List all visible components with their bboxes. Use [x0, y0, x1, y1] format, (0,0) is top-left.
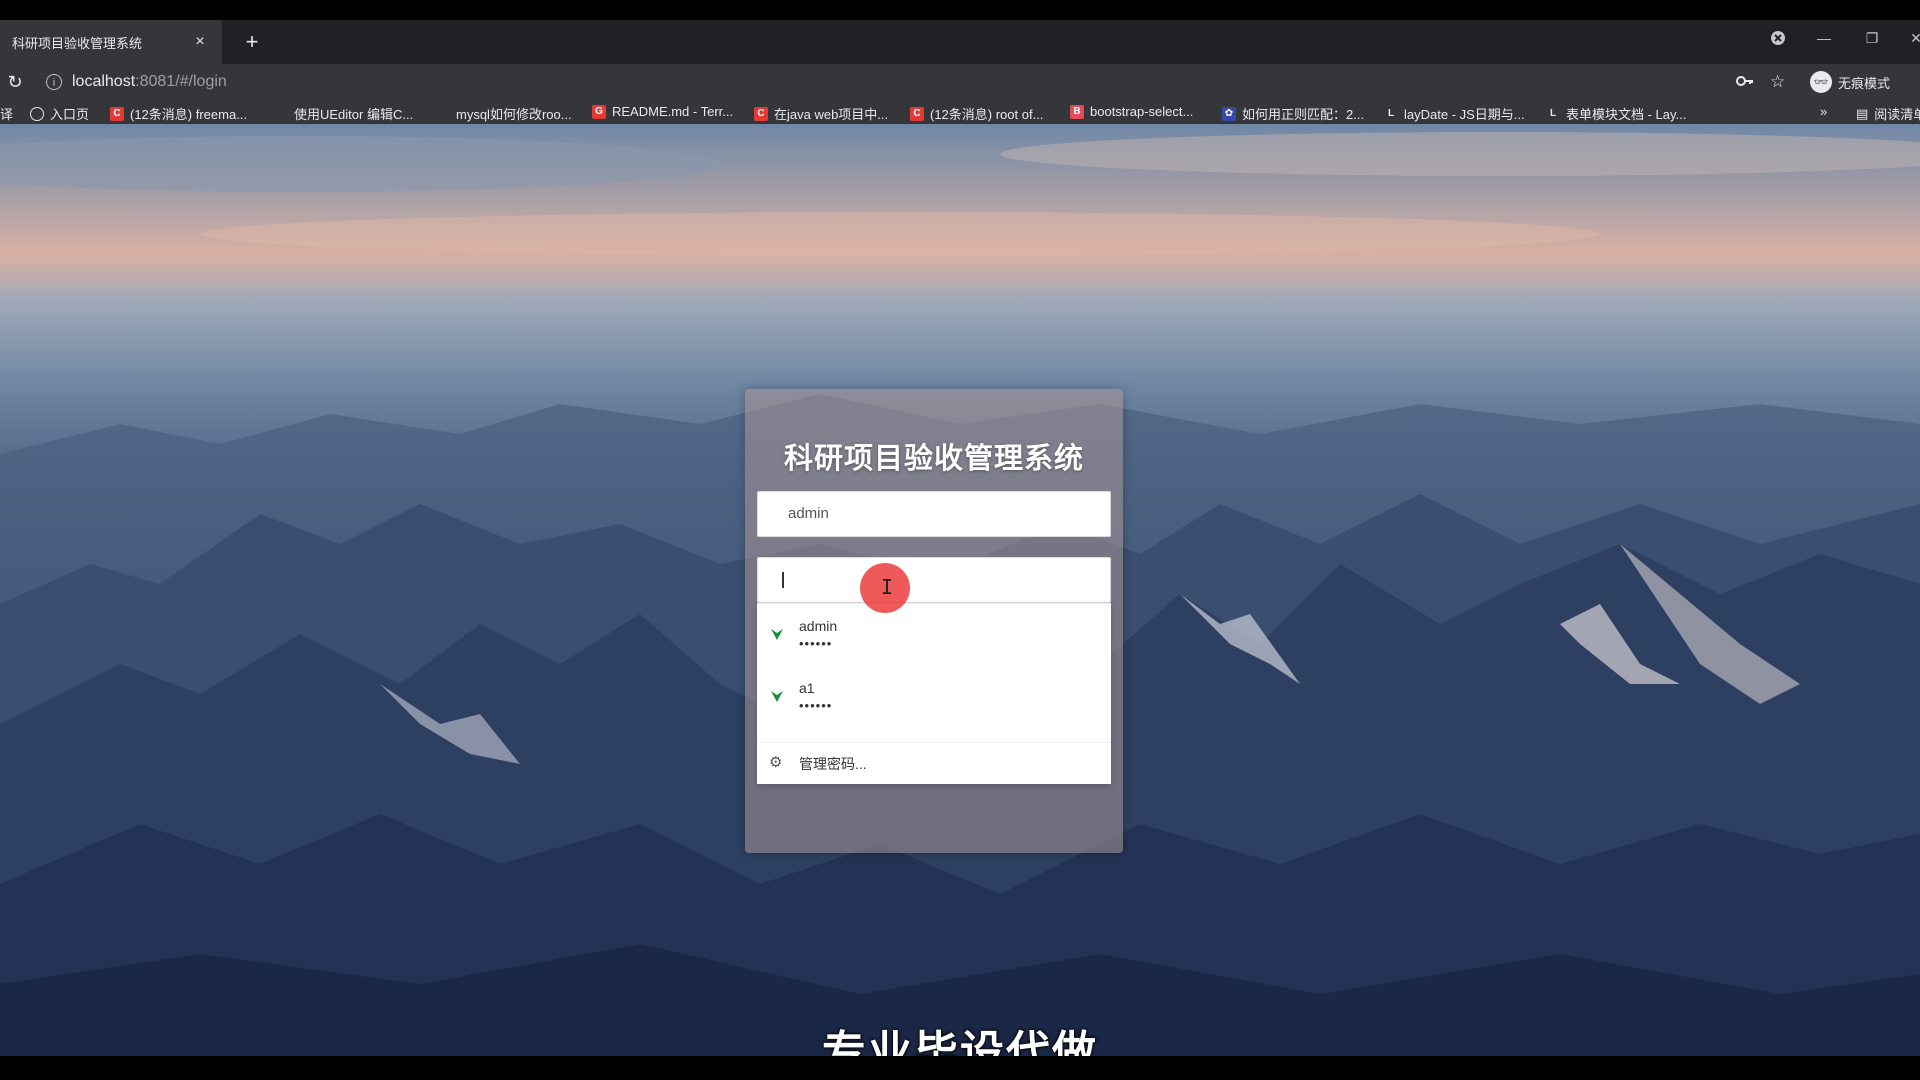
bookmark-label: 在java web项目中...: [774, 107, 889, 122]
close-window-button[interactable]: ✕: [1904, 30, 1920, 47]
bookmark-item[interactable]: 使用UEditor 编辑C...: [294, 104, 413, 123]
bookmark-item[interactable]: L 表单模块文档 - Lay...: [1546, 104, 1686, 123]
browser-tab-active[interactable]: 科研项目验收管理系统 ×: [0, 20, 222, 64]
bookmark-label: (12条消息) root of...: [930, 107, 1044, 122]
url-path: :8081/#/login: [135, 73, 227, 90]
bookmark-label: 入口页: [50, 107, 90, 122]
gitee-icon: G: [592, 104, 606, 119]
bookmark-item[interactable]: ✿ 如何用正则匹配：2...: [1222, 104, 1364, 123]
layui-icon: L: [1387, 107, 1395, 119]
suggestion-password: ••••••: [799, 698, 833, 713]
globe-icon: [30, 106, 44, 121]
reading-list-icon: ▤: [1856, 105, 1869, 121]
bookmark-star-icon[interactable]: ☆: [1770, 72, 1785, 92]
new-tab-button[interactable]: +: [238, 28, 266, 56]
autofill-suggestion[interactable]: admin ••••••: [757, 604, 1111, 664]
bookmark-item[interactable]: mysql如何修改roo...: [456, 104, 572, 123]
csdn-icon: C: [754, 106, 768, 121]
reading-list-button[interactable]: ▤ 阅读清单: [1856, 104, 1920, 123]
incognito-icon: 👓: [1810, 71, 1832, 93]
bookmark-label: (12条消息) freema...: [130, 107, 248, 122]
bookmark-label: mysql如何修改roo...: [456, 107, 572, 122]
key-icon: [771, 691, 783, 702]
bookmark-item[interactable]: LlayDate - JS日期与...: [1384, 104, 1525, 123]
bookmark-label: 使用UEditor 编辑C...: [294, 107, 414, 122]
suggestion-username: admin: [799, 618, 838, 634]
chevron-double-right-icon: »: [1820, 104, 1828, 119]
reload-icon[interactable]: ↻: [4, 72, 26, 93]
incognito-indicator[interactable]: 👓 无痕模式: [1810, 71, 1890, 93]
restore-button[interactable]: ❐: [1860, 30, 1884, 47]
bookmark-label: layDate - JS日期与...: [1404, 107, 1525, 122]
csdn-icon: C: [110, 106, 124, 121]
text-cursor: [782, 572, 784, 589]
url-field[interactable]: localhost:8081/#/login: [72, 73, 227, 91]
tab-strip: 科研项目验收管理系统 × + — ❐ ✕: [0, 20, 1920, 64]
bookmarks-overflow-button[interactable]: »: [1820, 104, 1827, 119]
bookmarks-bar: 译 入口页 C (12条消息) freema... 使用UEditor 编辑C..…: [0, 102, 1920, 124]
key-icon: [771, 629, 783, 640]
login-page-background: 科研项目验收管理系统 admin admin •••••• a1 •••••• …: [0, 124, 1920, 1056]
url-host: localhost: [72, 73, 136, 90]
manage-passwords-item[interactable]: ⚙ 管理密码...: [757, 742, 1111, 783]
screen-top-border: [0, 0, 1920, 20]
ibeam-cursor-icon: I: [881, 575, 894, 599]
bookmark-item[interactable]: C (12条消息) root of...: [910, 104, 1043, 123]
address-bar: ↻ i localhost:8081/#/login ☆ 👓 无痕模式: [0, 64, 1920, 102]
bookmark-cut-item[interactable]: 译: [0, 104, 13, 123]
bookmark-item[interactable]: Bbootstrap-select...: [1070, 104, 1193, 119]
manage-passwords-label: 管理密码...: [799, 756, 867, 772]
screen-bottom-border: [0, 1056, 1920, 1080]
reading-list-label: 阅读清单: [1874, 107, 1920, 122]
bookmark-cut-label: 译: [0, 107, 14, 122]
tab-close-icon[interactable]: ×: [190, 33, 210, 51]
bookmark-label: bootstrap-select...: [1090, 104, 1194, 119]
bootstrap-icon: B: [1070, 104, 1084, 119]
bookmark-label: 表单模块文档 - Lay...: [1566, 107, 1687, 122]
bookmark-item[interactable]: C 在java web项目中...: [754, 104, 888, 123]
password-input[interactable]: [757, 557, 1111, 603]
password-key-icon[interactable]: [1736, 72, 1754, 95]
minimize-button[interactable]: —: [1812, 30, 1836, 46]
autofill-suggestion[interactable]: a1 ••••••: [757, 666, 1111, 726]
bookmark-label: README.md - Terr...: [612, 104, 734, 119]
username-input[interactable]: admin: [757, 491, 1111, 537]
gear-icon: ⚙: [769, 754, 783, 771]
layui-icon: L: [1549, 107, 1557, 119]
login-title: 科研项目验收管理系统: [783, 443, 1084, 475]
bookmark-label: 如何用正则匹配：2...: [1242, 107, 1365, 122]
baidu-paw-icon: ✿: [1222, 106, 1236, 121]
suggestion-username: a1: [799, 680, 815, 696]
csdn-icon: C: [910, 106, 924, 121]
incognito-label: 无痕模式: [1838, 75, 1891, 91]
bookmark-item[interactable]: C (12条消息) freema...: [110, 104, 247, 123]
media-control-icon[interactable]: [1766, 30, 1790, 54]
tab-title: 科研项目验收管理系统: [12, 35, 143, 51]
video-subtitle: 专业毕设代做: [822, 1028, 1098, 1056]
bookmark-item[interactable]: G README.md - Terr...: [592, 104, 733, 119]
bookmark-item[interactable]: 入口页: [30, 104, 89, 123]
suggestion-password: ••••••: [799, 636, 833, 651]
autofill-dropdown: admin •••••• a1 •••••• ⚙ 管理密码...: [757, 603, 1111, 784]
login-card: 科研项目验收管理系统 admin admin •••••• a1 •••••• …: [745, 389, 1123, 853]
site-info-icon[interactable]: i: [46, 74, 62, 90]
